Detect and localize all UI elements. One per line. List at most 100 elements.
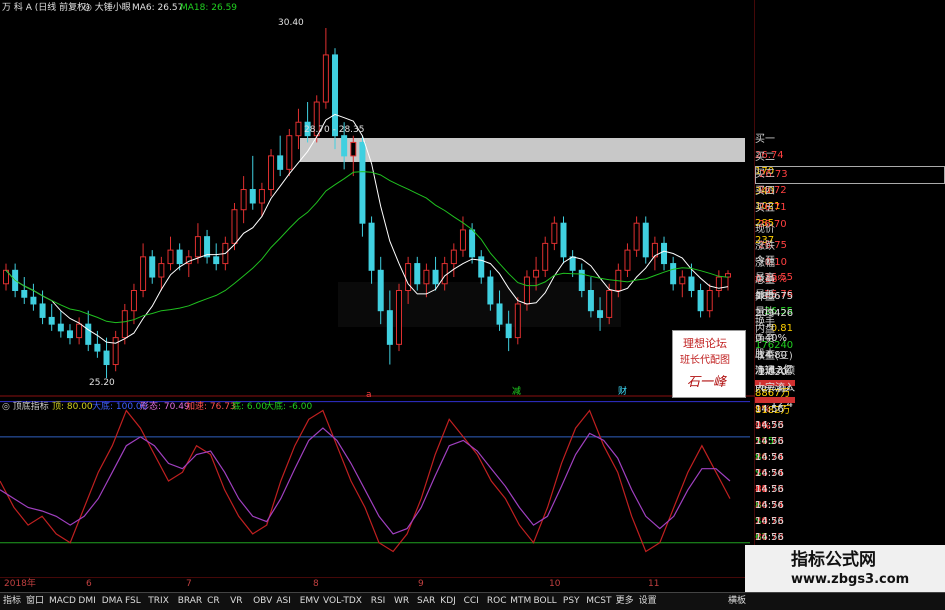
- candle-body: [395, 290, 402, 345]
- tick-row[interactable]: 14:5626.74: [755, 530, 945, 559]
- order-book-row[interactable]: 买五 26.70 237: [755, 201, 945, 246]
- tab-roc[interactable]: ROC: [487, 594, 507, 608]
- candle-body: [560, 222, 567, 258]
- stat-label: 总量: [755, 275, 775, 286]
- candle-body: [103, 350, 110, 366]
- low-price-label: 25.20: [89, 378, 115, 388]
- date-tick: 7: [186, 579, 192, 589]
- order-book-row[interactable]: 买二 26.73 340: [755, 150, 945, 197]
- candle-body: [213, 256, 220, 265]
- tick-row[interactable]: 14:5626.7315S: [755, 514, 945, 575]
- candle-body: [542, 242, 549, 271]
- tab-psy[interactable]: PSY: [563, 594, 580, 608]
- tab-mcst[interactable]: MCST: [586, 594, 611, 608]
- candle-body: [57, 323, 64, 332]
- tab-obv[interactable]: OBV: [253, 594, 272, 608]
- stats-row: 涨跌 0.10 最高 26.76: [755, 239, 945, 300]
- tab-asi[interactable]: ASI: [276, 594, 291, 608]
- candle-body: [258, 189, 265, 204]
- stat-label: 涨跌: [755, 241, 775, 252]
- date-tick: 11: [648, 579, 660, 589]
- tab-trix[interactable]: TRIX: [148, 594, 169, 608]
- candle-body: [167, 249, 174, 265]
- tab-vol-tdx[interactable]: VOL-TDX: [323, 594, 362, 608]
- signature-image: 理想论坛 班长代配图 石一峰: [672, 330, 746, 398]
- candle-body: [459, 229, 466, 251]
- candle-body: [48, 316, 55, 325]
- order-book-row[interactable]: 买一 26.74 170: [755, 132, 945, 177]
- candle-body: [706, 290, 713, 312]
- tick-time: 14:56: [755, 532, 784, 543]
- candle-body: [688, 276, 695, 291]
- candle-body: [112, 337, 119, 366]
- candle-body: [697, 290, 704, 312]
- tick-time: 14:56: [755, 452, 784, 463]
- tab-kdj[interactable]: KDJ: [440, 594, 456, 608]
- tab-cr[interactable]: CR: [207, 594, 220, 608]
- tick-time: 14:56: [755, 500, 784, 511]
- indicator-name: ◎ 大锤小眼: [84, 3, 131, 13]
- tab-mtm[interactable]: MTM: [510, 594, 531, 608]
- tick-row[interactable]: 14:56 26.73 86 S: [755, 418, 945, 479]
- stock-title: 万 科 A (日线 前复权): [2, 3, 90, 13]
- tab-wr[interactable]: WR: [394, 594, 409, 608]
- tab-cci[interactable]: CCI: [464, 594, 479, 608]
- stat-label: 涨幅: [755, 258, 775, 269]
- candle-body: [39, 303, 46, 318]
- candle-body: [505, 323, 512, 339]
- candle-body: [130, 290, 137, 312]
- event-marker-b[interactable]: 减: [512, 387, 521, 398]
- event-marker-a[interactable]: a: [366, 390, 372, 401]
- candle-body: [441, 263, 448, 285]
- tab-vr[interactable]: VR: [230, 594, 242, 608]
- stats-row: 涨幅 0.38% 最低 26.55: [755, 256, 945, 317]
- stats-row: 现价 26.75 今开 26.55: [755, 222, 945, 283]
- price-chart[interactable]: [0, 0, 755, 578]
- tab-dmi[interactable]: DMI: [78, 594, 95, 608]
- chart-area[interactable]: 万 科 A (日线 前复权) ◎ 大锤小眼 MA6: 26.57 MA18: 2…: [0, 0, 790, 589]
- tab-sar[interactable]: SAR: [417, 594, 435, 608]
- tab-right[interactable]: 横板: [728, 594, 746, 608]
- candle-body: [295, 121, 302, 137]
- order-book-row[interactable]: 买三 26.72 1021: [755, 167, 945, 212]
- high-price-label: 30.40: [278, 18, 304, 28]
- tab-boll[interactable]: BOLL: [534, 594, 557, 608]
- tab-设置[interactable]: 设置: [639, 594, 657, 608]
- order-book-row[interactable]: 买四 26.71 285: [755, 184, 945, 229]
- candle-body: [240, 189, 247, 211]
- candle-body: [277, 155, 284, 170]
- candle-body: [432, 269, 439, 285]
- tick-row[interactable]: 14:56 26.74 7 B: [755, 434, 945, 495]
- book-label: 买一: [755, 134, 775, 145]
- tab-macd[interactable]: MACD: [49, 594, 76, 608]
- tab-dma[interactable]: DMA: [102, 594, 123, 608]
- tab-更多[interactable]: 更多: [616, 594, 634, 608]
- tick-row[interactable]: 14:56 26.74 10 B: [755, 482, 945, 543]
- osc-name: ◎ 顶底指标: [2, 402, 49, 412]
- candle-body: [386, 310, 393, 345]
- stat-label: 换手: [755, 317, 775, 328]
- tick-row[interactable]: 14:56 26.73 575 S: [755, 402, 945, 463]
- date-tick: 6: [86, 579, 92, 589]
- event-marker-c[interactable]: 财: [618, 387, 627, 398]
- stats-row: 净资 14.80 流通 97.2亿: [755, 332, 945, 393]
- tab-fsl[interactable]: FSL: [125, 594, 141, 608]
- tab-窗口[interactable]: 窗口: [26, 594, 44, 608]
- osc-param-4: 加速: 76.73: [186, 402, 236, 412]
- watermark-title: 指标公式网: [791, 550, 876, 570]
- tab-emv[interactable]: EMV: [300, 594, 320, 608]
- tick-row[interactable]: 14:56 26.74 41 B: [755, 450, 945, 511]
- tab-rsi[interactable]: RSI: [371, 594, 386, 608]
- flow-label: 大宗流入: [755, 383, 795, 394]
- tick-row[interactable]: 14:5626.7367S: [755, 498, 945, 559]
- candle-body: [76, 323, 83, 339]
- range-note: 28.70 - 28.35: [304, 125, 365, 135]
- tab-指标[interactable]: 指标: [3, 594, 21, 608]
- tick-row[interactable]: 14:56 26.73 8 S: [755, 466, 945, 527]
- candle-body: [377, 269, 384, 312]
- ma18-label: MA18: 26.59: [180, 3, 238, 13]
- candle-body: [66, 330, 73, 339]
- candle-body: [624, 249, 631, 271]
- candle-body: [679, 276, 686, 285]
- tab-brar[interactable]: BRAR: [178, 594, 202, 608]
